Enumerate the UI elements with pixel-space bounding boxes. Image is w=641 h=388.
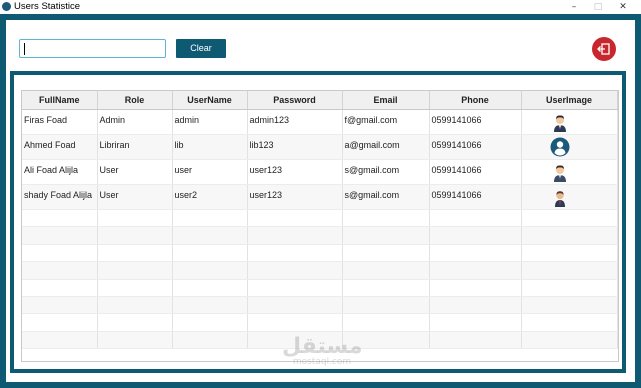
cell-username[interactable]: lib <box>172 134 248 160</box>
table-row[interactable]: Ahmed Foad Libriran lib lib123 a@gmail.c… <box>22 134 618 160</box>
cell-fullname[interactable]: Ahmed Foad <box>22 134 98 160</box>
column-header-username[interactable]: UserName <box>172 91 248 110</box>
empty-row <box>22 209 618 228</box>
cell-email[interactable]: s@gmail.com <box>342 184 430 210</box>
column-header-userimage[interactable]: UserImage <box>521 91 618 110</box>
empty-row <box>22 244 618 263</box>
search-input[interactable] <box>19 39 166 58</box>
cell-password[interactable]: user123 <box>247 184 343 210</box>
cell-username[interactable]: user2 <box>172 184 248 210</box>
clear-button[interactable]: Clear <box>176 39 226 58</box>
logout-button[interactable] <box>592 37 616 61</box>
table-header-row: FullName Role UserName Password Email Ph… <box>22 91 618 110</box>
table-row[interactable]: Firas Foad Admin admin admin123 f@gmail.… <box>22 109 618 135</box>
cell-username[interactable]: admin <box>172 109 248 135</box>
cell-role[interactable]: Libriran <box>97 134 173 160</box>
table-row[interactable]: shady Foad Alijla User user2 user123 s@g… <box>22 184 618 210</box>
cell-role[interactable]: User <box>97 159 173 185</box>
column-header-password[interactable]: Password <box>247 91 343 110</box>
man-in-suit-avatar-icon <box>554 115 566 132</box>
cell-password[interactable]: lib123 <box>247 134 343 160</box>
column-header-role[interactable]: Role <box>97 91 173 110</box>
man-in-suit-avatar-icon <box>554 165 566 182</box>
cell-role[interactable]: Admin <box>97 109 173 135</box>
column-header-phone[interactable]: Phone <box>429 91 522 110</box>
cell-phone[interactable]: 0599141066 <box>429 159 522 185</box>
minimize-button[interactable]: – <box>563 0 585 14</box>
cell-fullname[interactable]: shady Foad Alijla <box>22 184 98 210</box>
cell-userimage[interactable] <box>521 134 618 160</box>
watermark-latin: mostaql.com <box>292 357 352 367</box>
app-icon <box>2 2 11 11</box>
watermark: مستقل mostaql.com <box>282 336 362 367</box>
text-caret <box>24 43 25 55</box>
cell-phone[interactable]: 0599141066 <box>429 134 522 160</box>
cell-userimage[interactable] <box>521 184 618 210</box>
man-red-tie-avatar-icon <box>555 191 565 207</box>
empty-row <box>22 313 618 332</box>
cell-role[interactable]: User <box>97 184 173 210</box>
cell-fullname[interactable]: Firas Foad <box>22 109 98 135</box>
cell-email[interactable]: a@gmail.com <box>342 134 430 160</box>
cell-email[interactable]: f@gmail.com <box>342 109 430 135</box>
empty-row <box>22 296 618 315</box>
cell-password[interactable]: user123 <box>247 159 343 185</box>
title-bar: Users Statistice – □ ✕ <box>0 0 641 14</box>
cell-userimage[interactable] <box>521 159 618 185</box>
logout-icon <box>597 43 610 55</box>
empty-row <box>22 261 618 280</box>
users-table[interactable]: FullName Role UserName Password Email Ph… <box>21 90 619 362</box>
cell-phone[interactable]: 0599141066 <box>429 109 522 135</box>
empty-row <box>22 279 618 297</box>
table-row[interactable]: Ali Foad Alijla User user user123 s@gmai… <box>22 159 618 185</box>
cell-phone[interactable]: 0599141066 <box>429 184 522 210</box>
round-blue-user-avatar-icon <box>550 137 570 157</box>
empty-row <box>22 226 618 245</box>
column-header-email[interactable]: Email <box>342 91 430 110</box>
close-button[interactable]: ✕ <box>612 0 634 14</box>
cell-email[interactable]: s@gmail.com <box>342 159 430 185</box>
cell-userimage[interactable] <box>521 109 618 135</box>
cell-password[interactable]: admin123 <box>247 109 343 135</box>
window-title: Users Statistice <box>14 1 80 12</box>
column-header-fullname[interactable]: FullName <box>22 91 98 110</box>
cell-fullname[interactable]: Ali Foad Alijla <box>22 159 98 185</box>
maximize-button[interactable]: □ <box>587 0 609 14</box>
cell-username[interactable]: user <box>172 159 248 185</box>
watermark-arabic: مستقل <box>282 334 363 359</box>
